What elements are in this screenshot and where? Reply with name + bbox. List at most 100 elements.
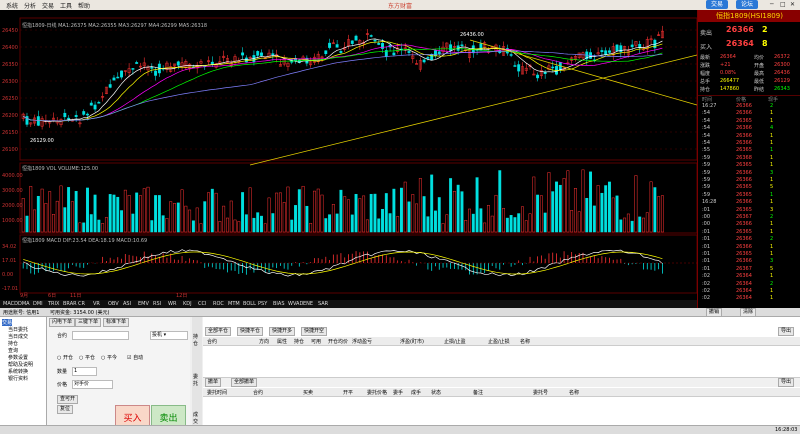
volume-bar xyxy=(207,192,210,233)
indicator-tab-mtm[interactable]: MTM xyxy=(228,301,240,307)
indicator-tab-dma[interactable]: DMA xyxy=(18,301,30,307)
tick-time: :54 xyxy=(702,132,711,139)
indicator-tab-kdj[interactable]: KDJ xyxy=(183,301,192,307)
indicator-tab-obv[interactable]: OBV xyxy=(108,301,119,307)
order-subtab[interactable]: 全部撤单 xyxy=(231,378,258,387)
tree-item[interactable]: 当日委托 xyxy=(8,326,28,333)
volume-bar xyxy=(203,201,207,233)
indicator-tab-ene[interactable]: ENE xyxy=(303,301,313,307)
quote-row: 持仓 147860 昨结 26343 xyxy=(698,86,800,93)
position-action-tab[interactable]: 快捷开多 xyxy=(269,327,296,336)
reset-button[interactable]: 复位 xyxy=(57,405,74,414)
export-orders-button[interactable]: 导出 xyxy=(778,378,795,387)
volume-bar xyxy=(131,213,135,233)
volume-bar xyxy=(513,217,517,233)
y-label-macd: 34.02 xyxy=(2,244,17,250)
candle-body xyxy=(517,64,521,72)
side-tab-orders[interactable]: 委托 xyxy=(193,373,201,387)
contract-label: 合约 xyxy=(57,333,68,339)
tree-item[interactable]: 当日成交 xyxy=(8,333,28,340)
qty-input[interactable]: 1 xyxy=(72,367,97,376)
tick-price: 26364 xyxy=(736,273,752,280)
export-button[interactable]: 导出 xyxy=(778,327,795,336)
tick-time: :01 xyxy=(702,243,711,250)
indicator-tab-vr[interactable]: VR xyxy=(93,301,100,307)
dea-line xyxy=(23,251,663,275)
indicator-tab-cr[interactable]: CR xyxy=(78,301,85,307)
quote-row: 涨跌 +21 开盘 26300 xyxy=(698,62,800,69)
side-tab-position[interactable]: 持仓 xyxy=(193,333,201,347)
volume-bar xyxy=(199,223,203,233)
tab-standard-order[interactable]: 标准下单 xyxy=(103,318,130,327)
candle-body xyxy=(324,50,328,54)
volume-bar xyxy=(331,204,335,233)
forum-button[interactable]: 论坛 xyxy=(736,0,759,9)
volume-bar xyxy=(97,219,101,233)
position-action-tab[interactable]: 全部平仓 xyxy=(205,327,232,336)
tree-item[interactable]: 银行资料 xyxy=(8,375,28,382)
position-action-tab[interactable]: 快捷平仓 xyxy=(237,327,264,336)
y-label-vol: 1000.00 xyxy=(2,218,23,224)
volume-bar xyxy=(52,214,55,233)
order-subtab[interactable]: 撤单 xyxy=(205,378,222,387)
tab-three-key-order[interactable]: 三键下单 xyxy=(75,318,102,327)
kline-chart[interactable] xyxy=(0,10,698,308)
volume-bar xyxy=(539,195,543,233)
tree-item[interactable]: 参数设置 xyxy=(8,354,28,361)
indicator-tab-rsi[interactable]: RSI xyxy=(153,301,161,307)
contract-select[interactable] xyxy=(72,331,129,340)
price-type-select[interactable]: 对手价 xyxy=(72,380,113,389)
indicator-tab-boll[interactable]: BOLL xyxy=(243,301,256,307)
cancel-order-button[interactable]: 撤销 xyxy=(706,308,723,317)
volume-bar xyxy=(225,217,229,233)
open-checkbox[interactable]: ○ 开仓 xyxy=(57,354,73,361)
indicator-tab-asi[interactable]: ASI xyxy=(123,301,131,307)
order-entry: 闪电下单 三键下单 标准下单 合约 投机 ▾ ○ 开仓 ○ 平仓 ○ 平今 ☑ … xyxy=(47,317,190,433)
indicator-tab-sar[interactable]: SAR xyxy=(318,301,328,307)
tree-item[interactable]: 查询 xyxy=(8,347,18,354)
volume-bar xyxy=(123,189,127,233)
volume-bar xyxy=(434,210,437,233)
price-label: 价格 xyxy=(57,382,68,388)
indicator-tab-emv[interactable]: EMV xyxy=(138,301,149,307)
volume-bar xyxy=(630,220,634,233)
tick-time: :02 xyxy=(702,288,711,294)
volume-bar xyxy=(25,215,29,233)
indicator-tab-psy[interactable]: PSY xyxy=(258,301,267,307)
auto-checkbox[interactable]: ☑ 自动 xyxy=(127,354,143,361)
clear-button[interactable]: 清除 xyxy=(740,308,757,317)
volume-bar xyxy=(411,194,415,233)
indicator-tab-wr[interactable]: WR xyxy=(168,301,176,307)
side-tab-fills[interactable]: 成交 xyxy=(193,411,201,425)
indicator-tab-roc[interactable]: ROC xyxy=(213,301,224,307)
tab-flash-order[interactable]: 闪电下单 xyxy=(49,318,76,327)
query-openable-button[interactable]: 查可开 xyxy=(57,395,79,404)
tick-row: :02 26364 1 xyxy=(698,295,800,301)
close-icon[interactable]: ✕ xyxy=(790,1,795,8)
maximize-icon[interactable]: □ xyxy=(780,1,786,8)
trade-button[interactable]: 交易 xyxy=(706,0,729,9)
tree-item[interactable]: 系统转换 xyxy=(8,368,28,375)
kline-chart-area[interactable]: 恒指1809-日线 MA1:26375 MA2:26355 MA3:26297 … xyxy=(0,10,698,308)
hedge-select[interactable]: 投机 ▾ xyxy=(150,331,188,340)
candle-body xyxy=(339,51,343,53)
indicator-tab-macd[interactable]: MACD xyxy=(3,301,18,307)
indicator-tab-bias[interactable]: BIAS xyxy=(273,301,285,307)
close-today-checkbox[interactable]: ○ 平今 xyxy=(101,354,117,361)
indicator-tab-wvad[interactable]: WVAD xyxy=(288,301,303,307)
close-checkbox[interactable]: ○ 平仓 xyxy=(79,354,95,361)
indicator-tab-cci[interactable]: CCI xyxy=(198,301,206,307)
tree-item[interactable]: 持仓 xyxy=(8,340,18,347)
position-action-tab[interactable]: 快捷开空 xyxy=(301,327,328,336)
indicator-tab-dmi[interactable]: DMI xyxy=(33,301,43,307)
indicator-tab-brar[interactable]: BRAR xyxy=(63,301,77,307)
minimize-icon[interactable]: ─ xyxy=(770,1,774,8)
quote-field-label: 昨结 xyxy=(754,87,765,93)
tree-item[interactable]: 帮助及说明 xyxy=(8,361,33,368)
tree-item[interactable]: 交易 xyxy=(2,319,13,326)
volume-bar xyxy=(157,195,161,233)
tick-row: :02 26364 2 xyxy=(698,281,800,287)
tick-qty: 1 xyxy=(770,117,774,124)
indicator-tab-trix[interactable]: TRIX xyxy=(48,301,59,307)
tick-time: :01 xyxy=(702,258,711,265)
